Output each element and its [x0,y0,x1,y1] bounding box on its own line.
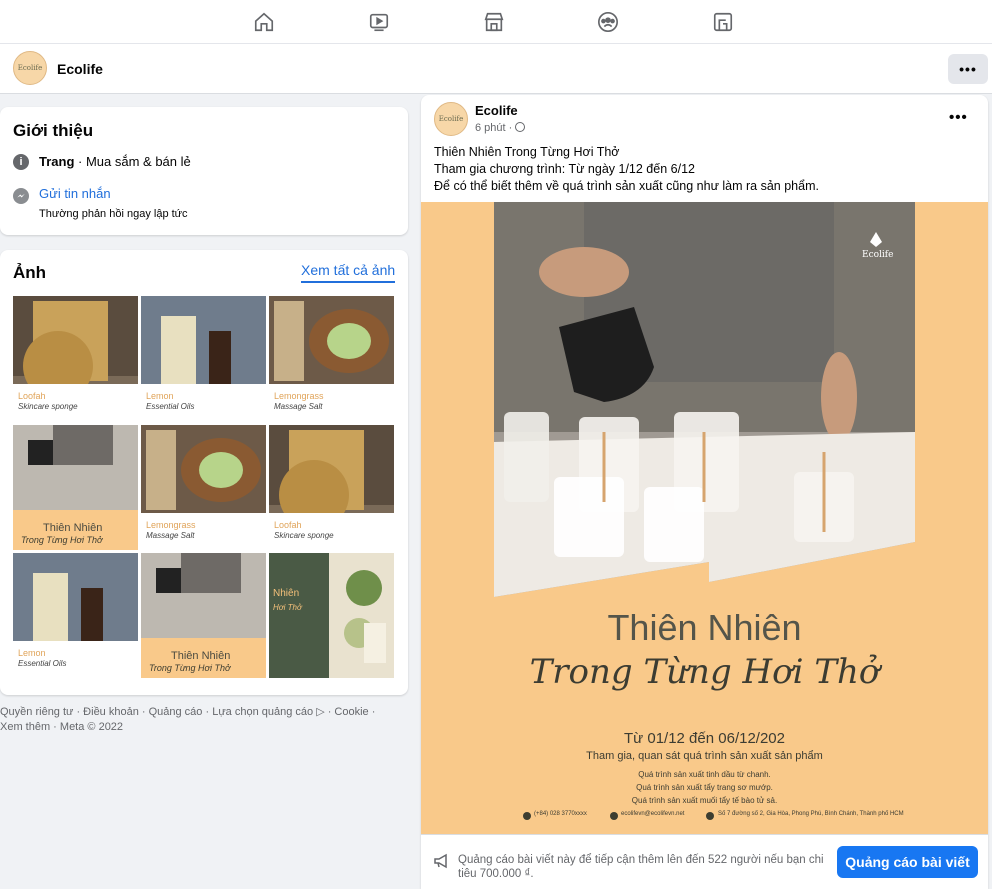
photo-sublabel: Skincare sponge [274,531,334,540]
poster-logo: Ecolife [862,250,894,260]
post-line: Tham gia chương trình: Từ ngày 1/12 đến … [434,162,695,176]
poster-bullet: Quá trình sản xuất tẩy trang sơ mướp. [636,783,773,792]
intro-card: Giới thiệu Trang · Mua sắm & bán lẻ Gửi … [0,107,408,235]
photo-thumb[interactable]: Lemongrass Massage Salt [269,296,394,421]
poster-email: ecolifevn@ecolifevn.net [621,811,685,817]
photo-thumb[interactable]: Thiên Nhiên Trong Từng Hơi Thở [141,553,266,678]
top-navbar [0,0,992,44]
photo-sublabel: Skincare sponge [18,402,78,411]
globe-icon [515,122,526,132]
home-icon[interactable] [250,8,278,36]
messenger-icon [13,188,29,204]
photo-label: Loofah [18,391,46,401]
post-card: Ecolife Ecolife 6 phút · ••• Thiên Nhiên… [421,95,988,889]
poster-title: Thiên Nhiên [607,607,802,648]
groups-icon[interactable] [594,8,622,36]
photo-label: Lemon [146,391,174,401]
photo-sublabel: Trong Từng Hơi Thở [149,663,231,673]
post-avatar[interactable]: Ecolife [434,102,468,136]
photo-label: Lemongrass [274,391,324,401]
megaphone-icon [433,853,451,874]
photo-thumb[interactable]: Lemongrass Massage Salt [141,425,266,550]
boost-bar: Quảng cáo bài viết này để tiếp cận thêm … [421,834,988,889]
photo-thumb[interactable]: Loofah Skincare sponge [269,425,394,550]
post-line: Để có thể biết thêm về quá trình sản xuấ… [434,179,819,193]
photo-sublabel: Essential Oils [18,659,67,668]
info-icon: i [13,154,29,170]
gaming-icon[interactable] [709,8,737,36]
send-message-link[interactable]: Gửi tin nhắn [39,186,111,201]
watch-icon[interactable] [365,8,393,36]
photo-thumb[interactable]: Nhiên Hơi Thở [269,553,394,678]
poster-subtitle: Trong Từng Hơi Thở [529,652,880,692]
poster-desc: Tham gia, quan sát quá trình sản xuất sả… [586,750,823,762]
photo-thumb[interactable]: Lemon Essential Oils [141,296,266,421]
page-category: Trang · Mua sắm & bán lẻ [39,154,191,169]
category-label: Trang [39,154,75,169]
photo-sublabel: Trong Từng Hơi Thở [21,535,103,545]
photo-label: Lemon [18,648,46,658]
photo-label: Lemongrass [146,520,196,530]
photos-title: Ảnh [13,263,47,282]
event-poster: Ecolife Thiên Nhiên Trong Từng Hơi Thở T… [494,202,915,834]
post-line: Thiên Nhiên Trong Từng Hơi Thở [434,145,620,159]
post-time-text: 6 phút · [475,122,516,134]
boost-text: Quảng cáo bài viết này để tiếp cận thêm … [458,854,824,880]
page-more-button[interactable]: ••• [948,54,988,84]
poster-bullet: Quá trình sản xuất tinh dầu từ chanh. [638,770,771,779]
photo-thumb[interactable]: Loofah Skincare sponge [13,296,138,421]
poster-bullets: Quá trình sản xuất tinh dầu từ chanh. Qu… [494,768,915,807]
photo-sublabel: Hơi Thở [273,603,302,612]
poster-address: Số 7 đường số 2, Gia Hòa, Phong Phú, Bìn… [718,811,904,817]
post-more-button[interactable]: ••• [949,109,968,126]
photo-sublabel: Essential Oils [146,402,195,411]
photo-label: Loofah [274,520,302,530]
poster-date: Từ 01/12 đến 06/12/202 [623,730,785,747]
post-text: Thiên Nhiên Trong Từng Hơi Thở Tham gia … [434,144,819,195]
footer-links[interactable]: Quyền riêng tư · Điều khoản · Quảng cáo … [0,705,400,735]
page-header: Ecolife Ecolife ••• [0,44,992,94]
photo-thumb[interactable]: Thiên Nhiên Trong Từng Hơi Thở [13,425,138,550]
poster-bullet: Quá trình sản xuất muối tẩy tế bào tử sả… [631,796,778,805]
photo-sublabel: Massage Salt [274,402,323,411]
page-avatar[interactable]: Ecolife [13,51,47,85]
photos-card: Ảnh Xem tất cả ảnh Loofah Skincare spong… [0,250,408,695]
response-time: Thường phản hồi ngay lập tức [39,208,188,220]
see-all-photos-link[interactable]: Xem tất cả ảnh [301,262,396,283]
photo-sublabel: Massage Salt [146,531,195,540]
post-author[interactable]: Ecolife [475,103,518,118]
photo-label: Thiên Nhiên [43,522,103,534]
page-name[interactable]: Ecolife [57,61,103,77]
poster-phone: (+84) 028 3770xxxx [534,811,587,817]
post-media[interactable]: Ecolife Thiên Nhiên Trong Từng Hơi Thở T… [421,202,988,834]
photo-label: Nhiên [273,588,300,599]
photo-thumb[interactable]: Lemon Essential Oils [13,553,138,678]
boost-post-button[interactable]: Quảng cáo bài viết [837,846,978,878]
marketplace-icon[interactable] [480,8,508,36]
photo-label: Thiên Nhiên [171,650,231,662]
intro-title: Giới thiệu [13,121,94,140]
post-time[interactable]: 6 phút · [475,122,526,134]
category-value: · Mua sắm & bán lẻ [74,154,191,169]
